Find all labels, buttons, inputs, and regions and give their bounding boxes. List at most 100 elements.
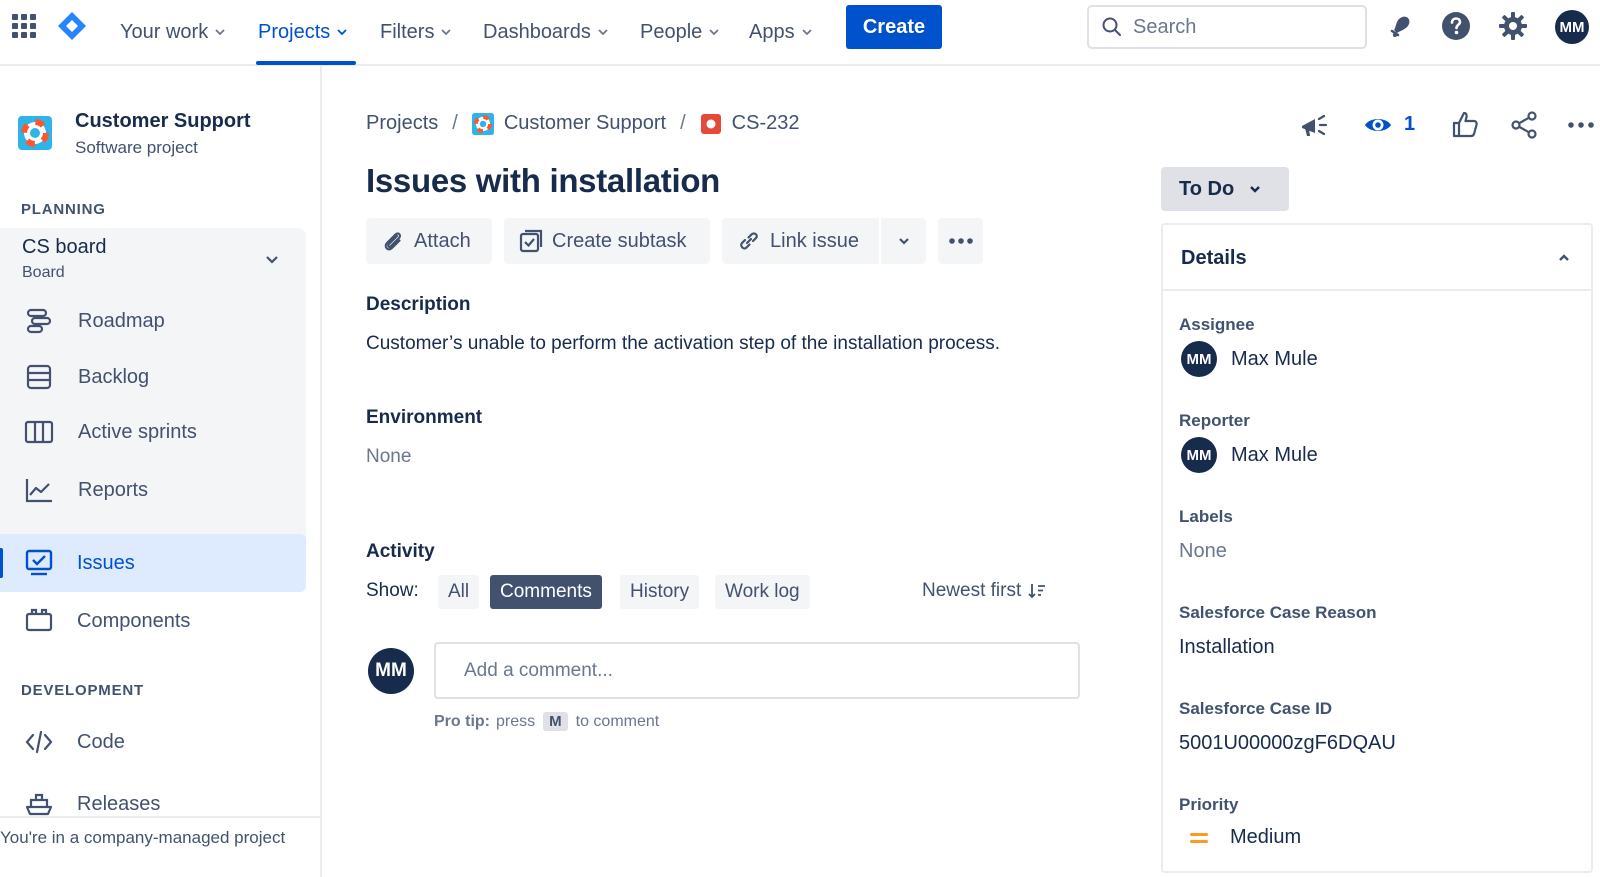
reporter-avatar: MM: [1181, 437, 1217, 473]
create-button[interactable]: Create: [846, 5, 942, 49]
nav-apps-label: Apps: [749, 20, 795, 43]
search-input[interactable]: [1133, 15, 1343, 39]
activity-filter-comments[interactable]: Comments: [490, 575, 602, 609]
sort-descending-icon: [1028, 584, 1046, 599]
details-title: Details: [1181, 247, 1247, 269]
project-lifebuoy-icon: [18, 116, 52, 150]
code-icon: [25, 730, 53, 754]
nav-your-work[interactable]: Your work: [120, 0, 226, 64]
sidebar-item-reports[interactable]: Reports: [0, 461, 306, 519]
paperclip-icon: [384, 232, 402, 251]
subtask-icon: [519, 229, 543, 253]
more-horizontal-icon: [948, 238, 973, 244]
watch-count[interactable]: 1: [1404, 113, 1415, 136]
board-switcher[interactable]: CS board: [22, 236, 107, 259]
more-horizontal-icon[interactable]: [1566, 110, 1596, 140]
activity-filter-all[interactable]: All: [438, 575, 480, 609]
description-label: Description: [366, 294, 471, 315]
chevron-down-icon[interactable]: [264, 252, 280, 268]
activity-filter-work-log[interactable]: Work log: [715, 575, 810, 609]
top-navigation: Your work Projects Filters Dashboards Pe…: [0, 0, 1600, 66]
activity-label: Activity: [366, 541, 435, 562]
assignee-name: Max Mule: [1231, 347, 1318, 370]
jira-logo-icon[interactable]: [56, 10, 88, 42]
nav-people-label: People: [640, 20, 703, 43]
nav-projects[interactable]: Projects: [258, 0, 348, 64]
more-actions-button[interactable]: [938, 218, 983, 264]
sidebar-item-roadmap[interactable]: Roadmap: [0, 292, 306, 350]
reporter-name: Max Mule: [1231, 443, 1318, 466]
chevron-down-icon: [898, 238, 909, 245]
nav-filters[interactable]: Filters: [380, 0, 452, 64]
sidebar-item-label: Components: [77, 609, 191, 632]
help-icon[interactable]: [1441, 11, 1471, 41]
status-dropdown[interactable]: To Do: [1161, 167, 1289, 211]
description-text[interactable]: Customer’s unable to perform the activat…: [366, 333, 1000, 355]
keyboard-shortcut: M: [543, 712, 568, 731]
sidebar-item-issues[interactable]: Issues: [0, 534, 306, 592]
nav-filters-label: Filters: [380, 20, 435, 43]
breadcrumb: Projects / Customer Support / CS-232: [366, 112, 799, 135]
active-sprints-icon: [24, 420, 54, 444]
nav-apps[interactable]: Apps: [749, 0, 813, 64]
sidebar-item-label: Roadmap: [78, 309, 165, 332]
breadcrumb-issue-key[interactable]: CS-232: [732, 112, 800, 135]
activity-filter-history[interactable]: History: [620, 575, 700, 609]
details-header[interactable]: Details: [1163, 225, 1591, 291]
search-icon: [1102, 17, 1121, 36]
nav-dashboards[interactable]: Dashboards: [483, 0, 609, 64]
pro-tip: Pro tip: press M to comment: [434, 712, 659, 731]
labels-value[interactable]: None: [1179, 540, 1227, 563]
reporter-field[interactable]: MM Max Mule: [1181, 437, 1318, 473]
pro-tip-label: Pro tip:: [434, 712, 490, 730]
nav-your-work-label: Your work: [120, 20, 209, 43]
assignee-avatar: MM: [1181, 341, 1217, 377]
nav-people[interactable]: People: [640, 0, 720, 64]
project-sidebar: Customer Support Software project PLANNI…: [0, 66, 322, 877]
sidebar-item-label: Active sprints: [78, 420, 197, 443]
breadcrumb-projects[interactable]: Projects: [366, 112, 438, 135]
link-issue-button[interactable]: Link issue: [722, 218, 879, 264]
reports-icon: [25, 479, 52, 503]
create-subtask-button[interactable]: Create subtask: [504, 218, 710, 264]
notifications-icon[interactable]: [1386, 11, 1416, 41]
planning-section-title: PLANNING: [21, 201, 106, 218]
search-box[interactable]: [1087, 5, 1367, 49]
show-label: Show:: [366, 580, 419, 601]
sidebar-item-backlog[interactable]: Backlog: [0, 348, 306, 406]
sidebar-item-label: Reports: [78, 478, 149, 501]
assignee-field[interactable]: MM Max Mule: [1181, 341, 1318, 377]
sidebar-item-components[interactable]: Components: [0, 592, 306, 650]
app-switcher-icon[interactable]: [12, 14, 36, 38]
project-type-notice[interactable]: You're in a company-managed project: [0, 816, 320, 848]
user-avatar[interactable]: MM: [1555, 10, 1589, 44]
chevron-down-icon: [1250, 186, 1261, 193]
share-icon[interactable]: [1509, 110, 1539, 140]
labels-label: Labels: [1179, 507, 1233, 526]
watch-eye-icon[interactable]: [1363, 110, 1393, 140]
nav-dashboards-label: Dashboards: [483, 20, 591, 43]
link-issue-dropdown[interactable]: [881, 218, 926, 264]
case-id-value[interactable]: 5001U00000zgF6DQAU: [1179, 732, 1396, 755]
sidebar-item-active-sprints[interactable]: Active sprints: [0, 403, 306, 461]
breadcrumb-separator: /: [680, 112, 686, 134]
pro-tip-suffix: to comment: [575, 712, 660, 730]
attach-button[interactable]: Attach: [366, 218, 492, 264]
components-icon: [25, 608, 53, 632]
environment-label: Environment: [366, 407, 483, 428]
roadmap-icon: [26, 308, 52, 334]
case-reason-value[interactable]: Installation: [1179, 636, 1275, 659]
chevron-up-icon[interactable]: [1557, 251, 1571, 265]
nav-active-indicator: [256, 61, 356, 65]
sidebar-item-label: Backlog: [78, 365, 150, 388]
like-thumbs-up-icon[interactable]: [1450, 110, 1480, 140]
settings-gear-icon[interactable]: [1498, 11, 1528, 41]
sidebar-item-code[interactable]: Code: [0, 713, 306, 771]
environment-value[interactable]: None: [366, 446, 411, 468]
breadcrumb-project[interactable]: Customer Support: [504, 112, 666, 135]
sort-order-button[interactable]: Newest first: [922, 580, 1047, 602]
priority-field[interactable]: Medium: [1188, 826, 1301, 849]
comment-input[interactable]: [434, 642, 1080, 699]
feedback-megaphone-icon[interactable]: [1298, 110, 1328, 140]
issue-title[interactable]: Issues with installation: [366, 162, 720, 200]
